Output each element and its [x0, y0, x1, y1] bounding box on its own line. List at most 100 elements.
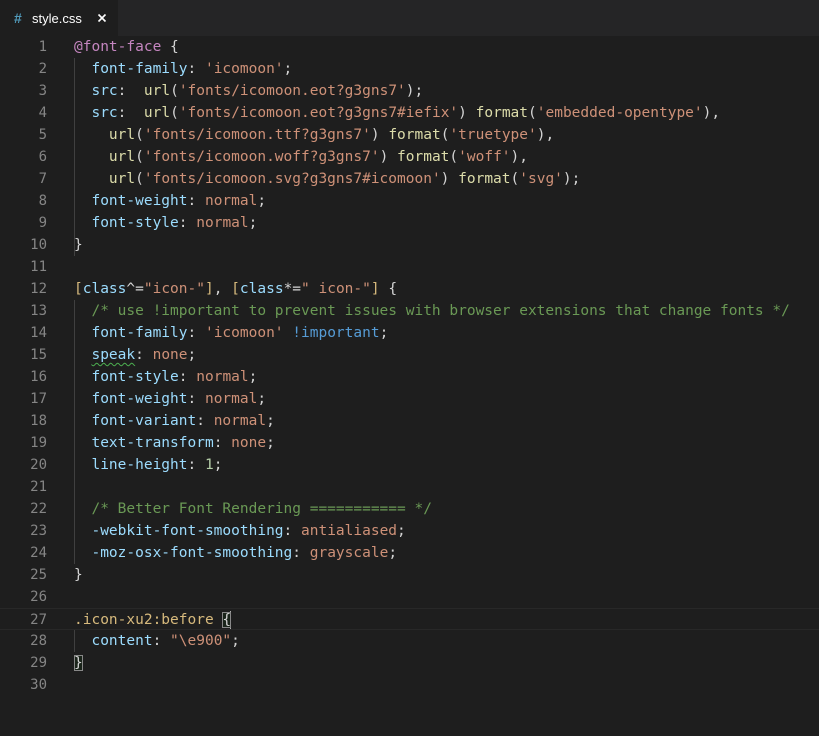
code-token: (	[135, 127, 144, 143]
code-editor-window: # style.css 1 @font-face {2 font-family: …	[0, 0, 819, 736]
code-token: -moz-osx-font-smoothing	[91, 545, 293, 561]
editor-area[interactable]: 1 @font-face {2 font-family: 'icomoon'; 3 …	[0, 36, 819, 736]
code-line[interactable]: 16 font-style: normal;	[0, 366, 819, 388]
code-line[interactable]: 24 -moz-osx-font-smoothing: grayscale;	[0, 542, 819, 564]
code-line[interactable]: 18 font-variant: normal;	[0, 410, 819, 432]
line-number: 6	[38, 149, 47, 165]
code-line[interactable]: 7 url('fonts/icomoon.svg?g3gns7#icomoon'…	[0, 168, 819, 190]
code-token: url	[108, 127, 136, 143]
code-token: ),	[536, 127, 555, 143]
tab-style-css[interactable]: # style.css	[0, 0, 118, 36]
code-token: 'fonts/icomoon.svg?g3gns7#icomoon'	[143, 171, 441, 187]
code-token: ;	[379, 325, 389, 341]
code-line[interactable]: 14 font-family: 'icomoon' !important;	[0, 322, 819, 344]
code-token: url	[143, 105, 171, 121]
code-line[interactable]: 13 /* use !important to prevent issues w…	[0, 300, 819, 322]
code-line[interactable]: 1 @font-face {	[0, 36, 819, 58]
code-token: ;	[388, 545, 398, 561]
code-token: :	[178, 369, 197, 385]
tab-bar: # style.css	[0, 0, 819, 36]
code-line[interactable]: 11	[0, 256, 819, 278]
code-token: @font-face	[74, 39, 162, 55]
code-token: ;	[231, 633, 240, 649]
code-token: font-style	[91, 369, 179, 385]
code-token: ;	[266, 413, 275, 429]
code-line[interactable]: 29}	[0, 652, 819, 674]
code-line[interactable]: 9 font-style: normal;	[0, 212, 819, 234]
code-line[interactable]: 26	[0, 586, 819, 608]
code-token: *=	[283, 281, 302, 297]
code-line[interactable]: 22 /* Better Font Rendering =========== …	[0, 498, 819, 520]
code-text: url('fonts/icomoon.ttf?g3gns7') format('…	[74, 124, 554, 146]
code-text: line-height: 1;	[74, 454, 222, 476]
line-number: 16	[30, 369, 47, 385]
code-line[interactable]: 2 font-family: 'icomoon';	[0, 58, 819, 80]
code-token: :	[135, 347, 153, 363]
line-number: 14	[30, 325, 47, 341]
code-token: :	[196, 413, 214, 429]
code-text: [class^="icon-"], [class*=" icon-"] {	[74, 278, 397, 300]
code-line[interactable]: 19 text-transform: none;	[0, 432, 819, 454]
code-line[interactable]: 21	[0, 476, 819, 498]
code-line[interactable]: 25}	[0, 564, 819, 586]
code-token: (	[170, 83, 179, 99]
code-token: 'truetype'	[449, 127, 537, 143]
code-token: ;	[187, 347, 197, 363]
code-token: :	[187, 193, 205, 209]
line-number: 20	[30, 457, 47, 473]
code-token: font-family	[91, 325, 188, 341]
code-token: ),	[702, 105, 721, 121]
code-token: :	[292, 545, 310, 561]
code-line[interactable]: 27 .icon-xu2:before {	[0, 608, 819, 630]
code-token: (	[135, 149, 144, 165]
line-number: 12	[30, 281, 47, 297]
code-line[interactable]: 10}	[0, 234, 819, 256]
code-text: font-style: normal;	[74, 212, 257, 234]
code-token: (	[528, 105, 537, 121]
code-line[interactable]: 12 [class^="icon-"], [class*=" icon-"] {	[0, 278, 819, 300]
code-line[interactable]: 30	[0, 674, 819, 696]
code-token: ;	[213, 457, 223, 473]
code-token: (	[135, 171, 144, 187]
code-line[interactable]: 3 src: url('fonts/icomoon.eot?g3gns7');	[0, 80, 819, 102]
code-text: -webkit-font-smoothing: antialiased;	[74, 520, 405, 542]
code-line[interactable]: 23 -webkit-font-smoothing: antialiased;	[0, 520, 819, 542]
code-token: 'fonts/icomoon.ttf?g3gns7'	[143, 127, 371, 143]
code-text: @font-face {	[74, 36, 179, 58]
code-token: url	[143, 83, 171, 99]
code-line[interactable]: 6 url('fonts/icomoon.woff?g3gns7') forma…	[0, 146, 819, 168]
code-token: )	[458, 105, 476, 121]
code-token: 'embedded-opentype'	[536, 105, 703, 121]
code-line[interactable]: 4 src: url('fonts/icomoon.eot?g3gns7#ief…	[0, 102, 819, 124]
code-token: :	[117, 105, 144, 121]
code-text: -moz-osx-font-smoothing: grayscale;	[74, 542, 397, 564]
code-token: /* Better Font Rendering =========== */	[91, 501, 432, 517]
code-token: 'fonts/icomoon.eot?g3gns7'	[178, 83, 406, 99]
code-line[interactable]: 15 speak: none;	[0, 344, 819, 366]
code-token: (	[449, 149, 459, 165]
line-number: 17	[30, 391, 47, 407]
code-token: format	[397, 149, 450, 165]
code-token: font-variant	[91, 413, 197, 429]
code-token: src	[91, 83, 118, 99]
code-line[interactable]: 8 font-weight: normal;	[0, 190, 819, 212]
code-token: 'woff'	[458, 149, 511, 165]
code-line[interactable]: 17 font-weight: normal;	[0, 388, 819, 410]
code-text: url('fonts/icomoon.svg?g3gns7#icomoon') …	[74, 168, 580, 190]
code-line[interactable]: 28 content: "\e900";	[0, 630, 819, 652]
code-token: )	[440, 171, 459, 187]
code-token: " icon-"	[301, 281, 371, 297]
line-number: 25	[30, 567, 47, 583]
close-icon[interactable]	[94, 10, 110, 26]
line-number: 30	[30, 677, 47, 693]
code-text: .icon-xu2:before {	[74, 609, 232, 631]
code-line[interactable]: 20 line-height: 1;	[0, 454, 819, 476]
code-token: )	[370, 127, 389, 143]
code-line[interactable]: 5 url('fonts/icomoon.ttf?g3gns7') format…	[0, 124, 819, 146]
